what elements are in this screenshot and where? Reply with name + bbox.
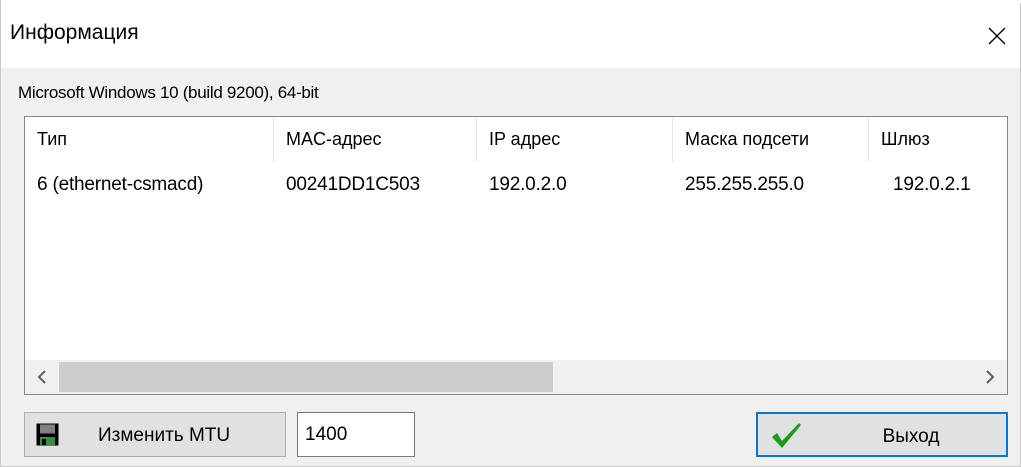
chevron-left-icon <box>37 370 46 384</box>
column-header-mac[interactable]: MAC-адрес <box>274 117 477 162</box>
cell-mac: 00241DD1C503 <box>286 174 420 195</box>
scroll-left-button[interactable] <box>25 360 59 394</box>
exit-label: Выход <box>882 426 940 447</box>
close-button[interactable] <box>974 3 1020 68</box>
column-header-subnet-mask[interactable]: Маска подсети <box>673 117 869 162</box>
table-row[interactable]: 6 (ethernet-csmacd) 00241DD1C503 192.0.2… <box>25 165 1007 205</box>
os-info-label: Microsoft Windows 10 (build 9200), 64-bi… <box>18 83 319 102</box>
mtu-value-input[interactable] <box>297 412 415 457</box>
scroll-right-button[interactable] <box>973 360 1007 394</box>
title-bar[interactable]: Информация <box>1 3 1020 68</box>
exit-button[interactable]: Выход <box>756 412 1008 457</box>
column-header-type[interactable]: Тип <box>25 117 274 162</box>
column-header-ip[interactable]: IP адрес <box>477 117 673 162</box>
cell-type: 6 (ethernet-csmacd) <box>37 174 204 195</box>
chevron-right-icon <box>986 370 995 384</box>
column-header-gateway[interactable]: Шлюз <box>869 117 1007 162</box>
adapters-list[interactable]: Тип MAC-адрес IP адрес Маска подсети Шлю… <box>24 116 1008 395</box>
info-dialog: Информация Microsoft Windows 10 (build 9… <box>0 0 1021 467</box>
scroll-thumb[interactable] <box>59 362 553 392</box>
list-header: Тип MAC-адрес IP адрес Маска подсети Шлю… <box>25 117 1007 162</box>
horizontal-scrollbar[interactable] <box>25 360 1007 394</box>
cell-ip: 192.0.2.0 <box>489 174 567 195</box>
change-mtu-button[interactable]: Изменить MTU <box>24 412 286 457</box>
window-title: Информация <box>10 21 139 44</box>
cell-subnet-mask: 255.255.255.0 <box>685 174 804 195</box>
close-icon <box>988 27 1006 44</box>
change-mtu-label: Изменить MTU <box>98 425 231 446</box>
scroll-track[interactable] <box>59 360 973 394</box>
cell-gateway: 192.0.2.1 <box>893 174 971 195</box>
floppy-disk-icon <box>36 423 59 446</box>
